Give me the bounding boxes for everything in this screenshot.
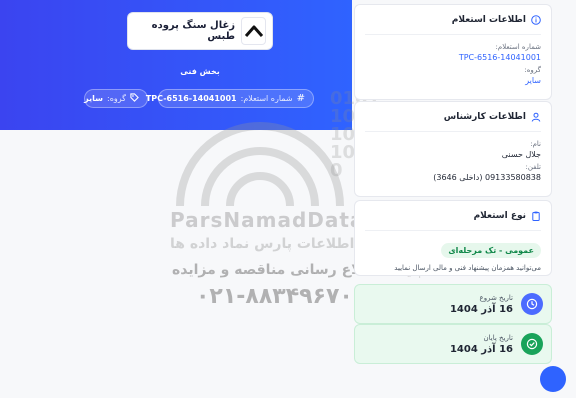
end-date-value: 16 آذر 1404 [449, 343, 513, 355]
group-chip-label: گروه: [107, 94, 126, 103]
check-circle-icon [521, 333, 543, 355]
company-name: زغال سنگ پروده طبس [151, 20, 236, 42]
reference-chip: # شماره استعلام: TPC-6516-14041001 [146, 89, 314, 108]
start-date-label: تاریخ شروع [479, 293, 513, 302]
hero-header: زغال سنگ پروده طبس بخش فنی # شماره استعل… [0, 0, 352, 130]
company-logo-box: زغال سنگ پروده طبس [127, 12, 273, 50]
clock-icon [521, 293, 543, 315]
inquiry-ref-label: شماره استعلام: [495, 43, 542, 51]
group-chip: گروه: سایر [84, 89, 148, 108]
inquiry-type-card: نوع استعلام عمومی - تک مرحله‌ای می‌توانی… [354, 200, 552, 276]
clipboard-icon [531, 211, 541, 221]
expert-phone-label: تلفن: [525, 163, 542, 171]
watermark-brand: ParsNamadData [170, 208, 365, 232]
tag-icon [130, 93, 139, 104]
company-logo-icon [241, 17, 266, 45]
expert-info-title: اطلاعات کارشناس [443, 111, 526, 122]
hash-icon: # [296, 93, 305, 104]
end-date-label: تاریخ پایان [483, 333, 513, 342]
end-date-card: تاریخ پایان 16 آذر 1404 [354, 324, 552, 364]
inquiry-info-card: اطلاعات استعلام شماره استعلام: TPC-6516-… [354, 4, 552, 100]
expert-info-card: اطلاعات کارشناس نام: جلال حسنی تلفن: 091… [354, 101, 552, 197]
watermark-logo [176, 122, 344, 207]
inquiry-group-value[interactable]: سایر [365, 76, 541, 85]
info-icon [531, 14, 541, 25]
inquiry-type-note: می‌توانید همزمان پیشنهاد فنی و مالی ارسا… [394, 264, 541, 272]
start-date-value: 16 آذر 1404 [449, 303, 513, 315]
group-chip-value: سایر [84, 94, 104, 103]
inquiry-ref-value[interactable]: TPC-6516-14041001 [365, 53, 541, 62]
expert-name-value: جلال حسنی [501, 150, 541, 159]
floating-action-button[interactable] [540, 366, 566, 392]
inquiry-type-title: نوع استعلام [473, 210, 526, 221]
watermark-phone: ۰۲۱-۸۸۳۴۹۶۷۰-۵ [196, 284, 376, 309]
start-date-card: تاریخ شروع 16 آذر 1404 [354, 284, 552, 324]
department-subtitle: بخش فنی [180, 67, 220, 76]
expert-phone-value[interactable]: 09133580838 (داخلی 3646) [365, 173, 541, 182]
user-icon [531, 112, 541, 122]
inquiry-info-header: اطلاعات استعلام [365, 5, 541, 35]
inquiry-info-title: اطلاعات استعلام [451, 14, 526, 25]
expert-info-header: اطلاعات کارشناس [365, 102, 541, 132]
inquiry-group-label: گروه: [524, 66, 541, 74]
page: زغال سنگ پروده طبس بخش فنی # شماره استعل… [0, 0, 576, 398]
reference-chip-label: شماره استعلام: [240, 94, 293, 103]
inquiry-type-badge: عمومی - تک مرحله‌ای [441, 243, 541, 258]
reference-chip-value: TPC-6516-14041001 [145, 94, 237, 103]
expert-name-label: نام: [530, 140, 541, 148]
inquiry-type-header: نوع استعلام [365, 201, 541, 231]
